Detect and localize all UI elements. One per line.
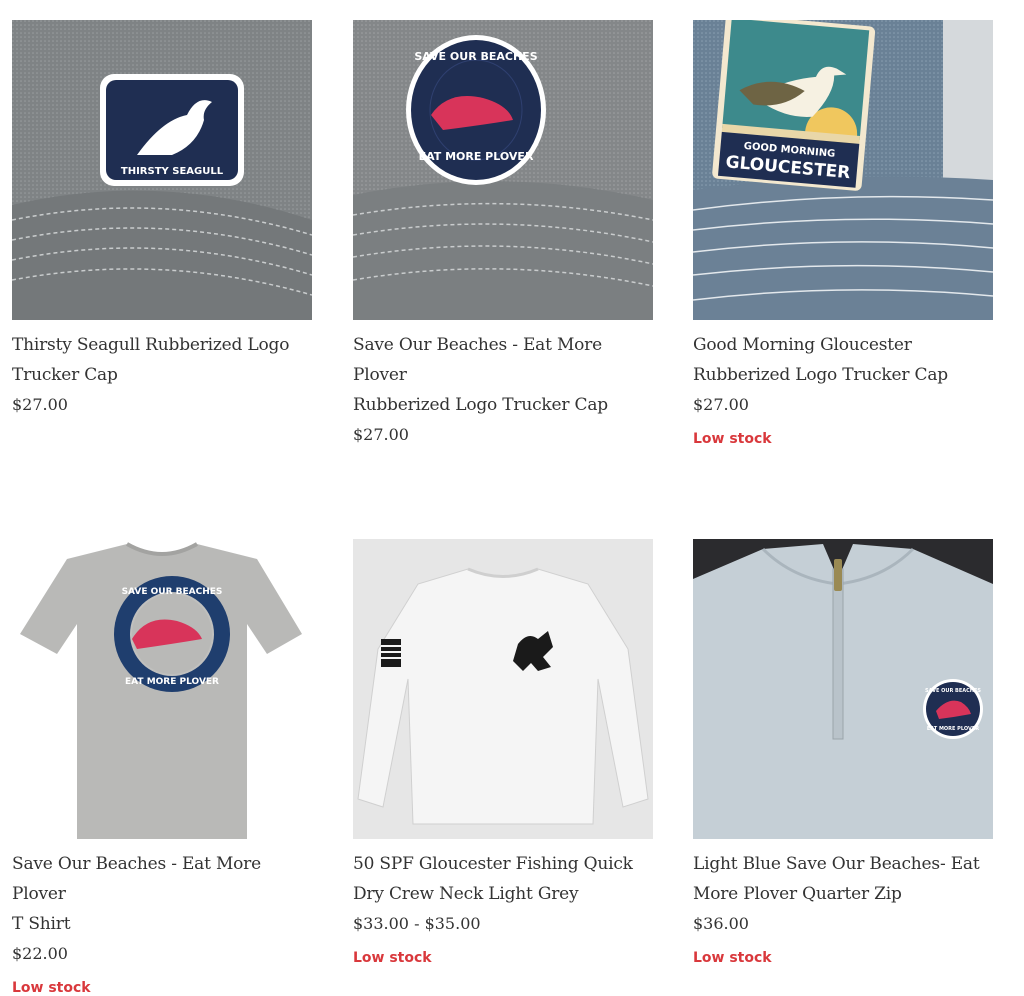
- product-image[interactable]: THIRSTY SEAGULL: [12, 20, 312, 320]
- svg-text:SAVE OUR BEACHES: SAVE OUR BEACHES: [925, 688, 981, 694]
- product-image[interactable]: GOOD MORNING GLOUCESTER: [693, 20, 993, 320]
- low-stock-badge: Low stock: [353, 950, 432, 966]
- svg-text:EAT MORE PLOVER: EAT MORE PLOVER: [927, 726, 979, 732]
- product-card[interactable]: SAVE OUR BEACHES EAT MORE PLOVER Save Ou…: [353, 20, 653, 445]
- product-image[interactable]: [353, 539, 653, 839]
- trucker-cap-image: THIRSTY SEAGULL: [12, 20, 312, 320]
- svg-text:SAVE OUR BEACHES: SAVE OUR BEACHES: [414, 50, 537, 63]
- product-image[interactable]: SAVE OUR BEACHES EAT MORE PLOVER: [353, 20, 653, 320]
- product-price: $36.00: [693, 914, 749, 933]
- product-card[interactable]: GOOD MORNING GLOUCESTER Good Morning Glo…: [693, 20, 993, 447]
- product-card[interactable]: SAVE OUR BEACHES EAT MORE PLOVER Save Ou…: [12, 539, 312, 996]
- quarter-zip-image: SAVE OUR BEACHES EAT MORE PLOVER: [693, 539, 993, 839]
- product-title[interactable]: Good Morning Gloucester Rubberized Logo …: [693, 330, 993, 390]
- product-title[interactable]: Save Our Beaches - Eat More Plover T Shi…: [12, 849, 312, 939]
- product-price: $27.00: [693, 395, 749, 414]
- t-shirt-image: SAVE OUR BEACHES EAT MORE PLOVER: [12, 539, 312, 839]
- product-title[interactable]: Light Blue Save Our Beaches- Eat More Pl…: [693, 849, 993, 909]
- low-stock-badge: Low stock: [693, 950, 772, 966]
- flag-icon: [381, 639, 401, 667]
- svg-text:EAT MORE PLOVER: EAT MORE PLOVER: [419, 150, 534, 163]
- trucker-cap-image: SAVE OUR BEACHES EAT MORE PLOVER: [353, 20, 653, 320]
- low-stock-badge: Low stock: [12, 980, 91, 996]
- product-image[interactable]: SAVE OUR BEACHES EAT MORE PLOVER: [12, 539, 312, 839]
- product-price: $33.00 - $35.00: [353, 914, 481, 933]
- product-card[interactable]: THIRSTY SEAGULL Thirsty Seagull Rubberiz…: [12, 20, 312, 415]
- svg-text:SAVE OUR BEACHES: SAVE OUR BEACHES: [122, 587, 223, 597]
- trucker-cap-image: GOOD MORNING GLOUCESTER: [693, 20, 993, 320]
- product-price: $27.00: [12, 395, 68, 414]
- svg-text:THIRSTY SEAGULL: THIRSTY SEAGULL: [121, 166, 224, 177]
- product-title[interactable]: Thirsty Seagull Rubberized Logo Trucker …: [12, 330, 312, 390]
- product-price: $22.00: [12, 944, 68, 963]
- low-stock-badge: Low stock: [693, 431, 772, 447]
- product-price: $27.00: [353, 425, 409, 444]
- product-card[interactable]: SAVE OUR BEACHES EAT MORE PLOVER Light B…: [693, 539, 993, 966]
- product-card[interactable]: 50 SPF Gloucester Fishing Quick Dry Crew…: [353, 539, 653, 966]
- product-image[interactable]: SAVE OUR BEACHES EAT MORE PLOVER: [693, 539, 993, 839]
- product-title[interactable]: 50 SPF Gloucester Fishing Quick Dry Crew…: [353, 849, 653, 909]
- svg-text:EAT MORE PLOVER: EAT MORE PLOVER: [125, 677, 219, 687]
- product-title[interactable]: Save Our Beaches - Eat More Plover Rubbe…: [353, 330, 653, 420]
- zipper-pull-icon: [834, 559, 842, 591]
- long-sleeve-shirt-image: [353, 539, 653, 839]
